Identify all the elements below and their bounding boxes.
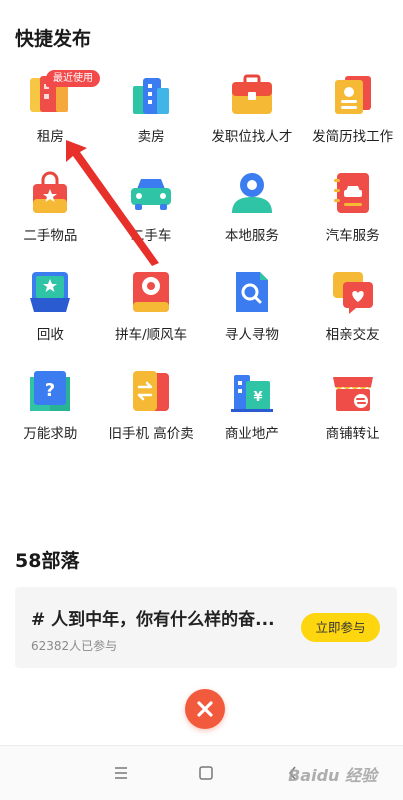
local-service-icon — [228, 169, 276, 217]
menu-nav-icon[interactable] — [112, 764, 130, 782]
publish-item-post-job[interactable]: 发职位找人才 — [202, 62, 303, 161]
house-sale-icon — [127, 70, 175, 118]
item-label: 商铺转让 — [325, 426, 380, 442]
svg-text:¥: ¥ — [253, 390, 262, 405]
tribe-topic-card[interactable]: # 人到中年，你有什么样的奋... 62382人已参与 立即参与 — [15, 587, 397, 668]
home-nav-icon[interactable] — [197, 764, 215, 782]
baidu-watermark: Baidu 经验 — [288, 766, 377, 785]
publish-item-sell-house[interactable]: 卖房 — [101, 62, 202, 161]
item-label: 二手物品 — [23, 228, 78, 244]
publish-item-lost-found[interactable]: 寻人寻物 — [202, 260, 303, 359]
briefcase-icon — [228, 70, 276, 118]
item-label: 发简历找工作 — [312, 129, 394, 145]
phone-trade-icon — [127, 367, 175, 415]
item-label: 二手车 — [130, 228, 172, 244]
close-button[interactable] — [185, 689, 225, 729]
recent-badge: 最近使用 — [46, 70, 100, 87]
car-icon — [127, 169, 175, 217]
join-now-button[interactable]: 立即参与 — [301, 613, 380, 642]
publish-item-car-service[interactable]: 汽车服务 — [302, 161, 403, 260]
car-service-icon — [329, 169, 377, 217]
tribe-title: 58部落 — [15, 550, 80, 572]
publish-item-second-hand[interactable]: 二手物品 — [0, 161, 101, 260]
publish-item-commercial[interactable]: ¥ 商业地产 — [202, 359, 303, 458]
search-document-icon — [228, 268, 276, 316]
carpool-icon — [127, 268, 175, 316]
item-label: 本地服务 — [224, 228, 279, 244]
publish-item-rent[interactable]: 租房 最近使用 — [0, 62, 101, 161]
item-label: 相亲交友 — [325, 327, 380, 343]
item-label: 回收 — [36, 327, 64, 343]
item-label: 汽车服务 — [325, 228, 380, 244]
publish-item-carpool[interactable]: 拼车/顺风车 — [101, 260, 202, 359]
item-label: 商业地产 — [224, 426, 279, 442]
item-label: 拼车/顺风车 — [115, 327, 188, 343]
publish-item-recycle[interactable]: 回收 — [0, 260, 101, 359]
help-book-icon: ? — [26, 367, 74, 415]
publish-item-old-phone[interactable]: 旧手机 高价卖 — [101, 359, 202, 458]
item-label: 寻人寻物 — [224, 327, 279, 343]
svg-text:?: ? — [45, 380, 55, 401]
commercial-building-icon: ¥ — [228, 367, 276, 415]
close-icon — [197, 701, 213, 717]
recycle-box-icon — [26, 268, 74, 316]
shopping-bag-icon — [26, 169, 74, 217]
publish-item-help[interactable]: ? 万能求助 — [0, 359, 101, 458]
shop-transfer-icon — [329, 367, 377, 415]
resume-icon — [329, 70, 377, 118]
quick-publish-grid: 租房 最近使用 卖房 发职位找人才 发简历找工作 二手物品 二手车 本地服务 汽… — [0, 62, 403, 458]
dating-heart-icon — [329, 268, 377, 316]
item-label: 万能求助 — [23, 426, 78, 442]
publish-item-used-car[interactable]: 二手车 — [101, 161, 202, 260]
publish-item-local-service[interactable]: 本地服务 — [202, 161, 303, 260]
quick-publish-title: 快捷发布 — [15, 28, 92, 50]
tribe-topic-text: # 人到中年，你有什么样的奋... — [31, 610, 275, 630]
tribe-participant-count: 62382人已参与 — [31, 639, 118, 653]
item-label: 旧手机 高价卖 — [108, 426, 194, 442]
publish-item-dating[interactable]: 相亲交友 — [302, 260, 403, 359]
item-label: 发职位找人才 — [211, 129, 293, 145]
item-label: 租房 — [36, 129, 64, 145]
publish-item-shop-transfer[interactable]: 商铺转让 — [302, 359, 403, 458]
publish-item-resume[interactable]: 发简历找工作 — [302, 62, 403, 161]
item-label: 卖房 — [137, 129, 165, 145]
